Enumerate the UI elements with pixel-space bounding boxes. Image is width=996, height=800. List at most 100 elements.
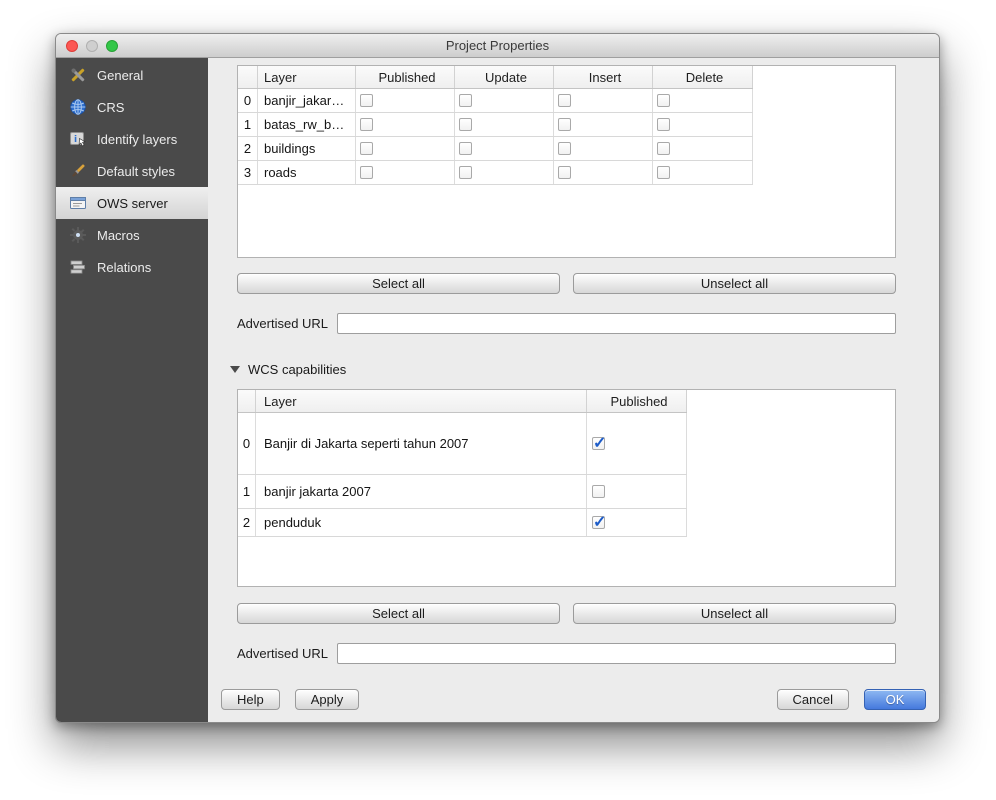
table-row: 0 banjir_jakar… [238, 89, 753, 113]
sidebar-item-label: Default styles [97, 164, 175, 179]
published-cell [587, 413, 687, 474]
published-checkbox[interactable] [360, 94, 373, 107]
row-header: 1 [238, 113, 258, 136]
server-icon [68, 193, 88, 213]
row-header: 2 [238, 137, 258, 160]
corner-header [238, 390, 256, 412]
layers-table-panel: Layer Published Update Insert Delete 0 b… [237, 65, 896, 258]
advertised-url-input[interactable] [337, 643, 896, 664]
column-header-layer[interactable]: Layer [256, 390, 587, 412]
collapse-triangle-icon[interactable] [230, 366, 240, 373]
sidebar-item-macros[interactable]: Macros [56, 219, 208, 251]
layer-name-cell[interactable]: penduduk [256, 509, 587, 536]
update-cell [455, 161, 554, 184]
layer-name-cell[interactable]: roads [258, 161, 356, 184]
layer-name-cell[interactable]: buildings [258, 137, 356, 160]
help-button[interactable]: Help [221, 689, 280, 710]
globe-icon [68, 97, 88, 117]
update-checkbox[interactable] [459, 118, 472, 131]
update-cell [455, 137, 554, 160]
insert-cell [554, 161, 653, 184]
identify-icon: i [68, 129, 88, 149]
minimize-button[interactable] [86, 40, 98, 52]
column-header-insert[interactable]: Insert [554, 66, 653, 88]
insert-checkbox[interactable] [558, 166, 571, 179]
layer-name-cell[interactable]: batas_rw_b… [258, 113, 356, 136]
titlebar[interactable]: Project Properties [56, 34, 939, 58]
sidebar-item-relations[interactable]: Relations [56, 251, 208, 283]
delete-cell [653, 161, 753, 184]
delete-checkbox[interactable] [657, 166, 670, 179]
row-header: 0 [238, 89, 258, 112]
sidebar-item-crs[interactable]: CRS [56, 91, 208, 123]
column-header-layer[interactable]: Layer [258, 66, 356, 88]
cancel-button[interactable]: Cancel [777, 689, 849, 710]
wcs-section-title: WCS capabilities [248, 362, 346, 377]
published-checkbox[interactable] [592, 516, 605, 529]
svg-text:i: i [74, 135, 77, 145]
sidebar-item-ows-server[interactable]: OWS server [56, 187, 208, 219]
table-row: 1 batas_rw_b… [238, 113, 753, 137]
delete-checkbox[interactable] [657, 142, 670, 155]
layer-name-cell[interactable]: banjir jakarta 2007 [256, 475, 587, 508]
published-checkbox[interactable] [360, 142, 373, 155]
published-checkbox[interactable] [592, 485, 605, 498]
insert-checkbox[interactable] [558, 142, 571, 155]
published-cell [587, 475, 687, 508]
sidebar-item-label: CRS [97, 100, 124, 115]
table-row: 1 banjir jakarta 2007 [238, 475, 687, 509]
column-header-delete[interactable]: Delete [653, 66, 753, 88]
column-header-published[interactable]: Published [587, 390, 687, 412]
row-header: 2 [238, 509, 256, 536]
sidebar-item-identify-layers[interactable]: i Identify layers [56, 123, 208, 155]
update-checkbox[interactable] [459, 166, 472, 179]
table-header-row: Layer Published Update Insert Delete [238, 66, 753, 89]
table-row: 2 buildings [238, 137, 753, 161]
zoom-button[interactable] [106, 40, 118, 52]
advertised-url-label: Advertised URL [237, 316, 328, 331]
delete-checkbox[interactable] [657, 94, 670, 107]
table-row: 0 Banjir di Jakarta seperti tahun 2007 [238, 413, 687, 475]
sidebar-item-label: Macros [97, 228, 140, 243]
published-checkbox[interactable] [360, 166, 373, 179]
sidebar: General CRS i Identify layers Default st… [56, 58, 208, 722]
published-cell [356, 137, 455, 160]
advertised-url-label: Advertised URL [237, 646, 328, 661]
wcs-table-panel: Layer Published 0 Banjir di Jakarta sepe… [237, 389, 896, 587]
published-cell [356, 161, 455, 184]
wcs-section-header[interactable]: WCS capabilities [230, 362, 939, 377]
update-cell [455, 89, 554, 112]
column-header-update[interactable]: Update [455, 66, 554, 88]
corner-header [238, 66, 258, 88]
sidebar-item-general[interactable]: General [56, 59, 208, 91]
ok-button[interactable]: OK [864, 689, 926, 710]
relations-icon [68, 257, 88, 277]
row-header: 1 [238, 475, 256, 508]
published-checkbox[interactable] [592, 437, 605, 450]
select-all-button[interactable]: Select all [237, 603, 560, 624]
layer-name-cell[interactable]: Banjir di Jakarta seperti tahun 2007 [256, 413, 587, 474]
column-header-published[interactable]: Published [356, 66, 455, 88]
select-all-button[interactable]: Select all [237, 273, 560, 294]
published-checkbox[interactable] [360, 118, 373, 131]
update-checkbox[interactable] [459, 94, 472, 107]
delete-checkbox[interactable] [657, 118, 670, 131]
paintbrush-icon [68, 161, 88, 181]
published-cell [356, 113, 455, 136]
layer-name-cell[interactable]: banjir_jakar… [258, 89, 356, 112]
update-cell [455, 113, 554, 136]
apply-button[interactable]: Apply [295, 689, 360, 710]
insert-checkbox[interactable] [558, 118, 571, 131]
insert-checkbox[interactable] [558, 94, 571, 107]
sidebar-item-default-styles[interactable]: Default styles [56, 155, 208, 187]
unselect-all-button[interactable]: Unselect all [573, 603, 896, 624]
update-checkbox[interactable] [459, 142, 472, 155]
sidebar-item-label: Relations [97, 260, 151, 275]
unselect-all-button[interactable]: Unselect all [573, 273, 896, 294]
close-button[interactable] [66, 40, 78, 52]
advertised-url-input[interactable] [337, 313, 896, 334]
published-cell [587, 509, 687, 536]
delete-cell [653, 137, 753, 160]
ows-server-page: Layer Published Update Insert Delete 0 b… [208, 58, 939, 722]
table-header-row: Layer Published [238, 390, 687, 413]
